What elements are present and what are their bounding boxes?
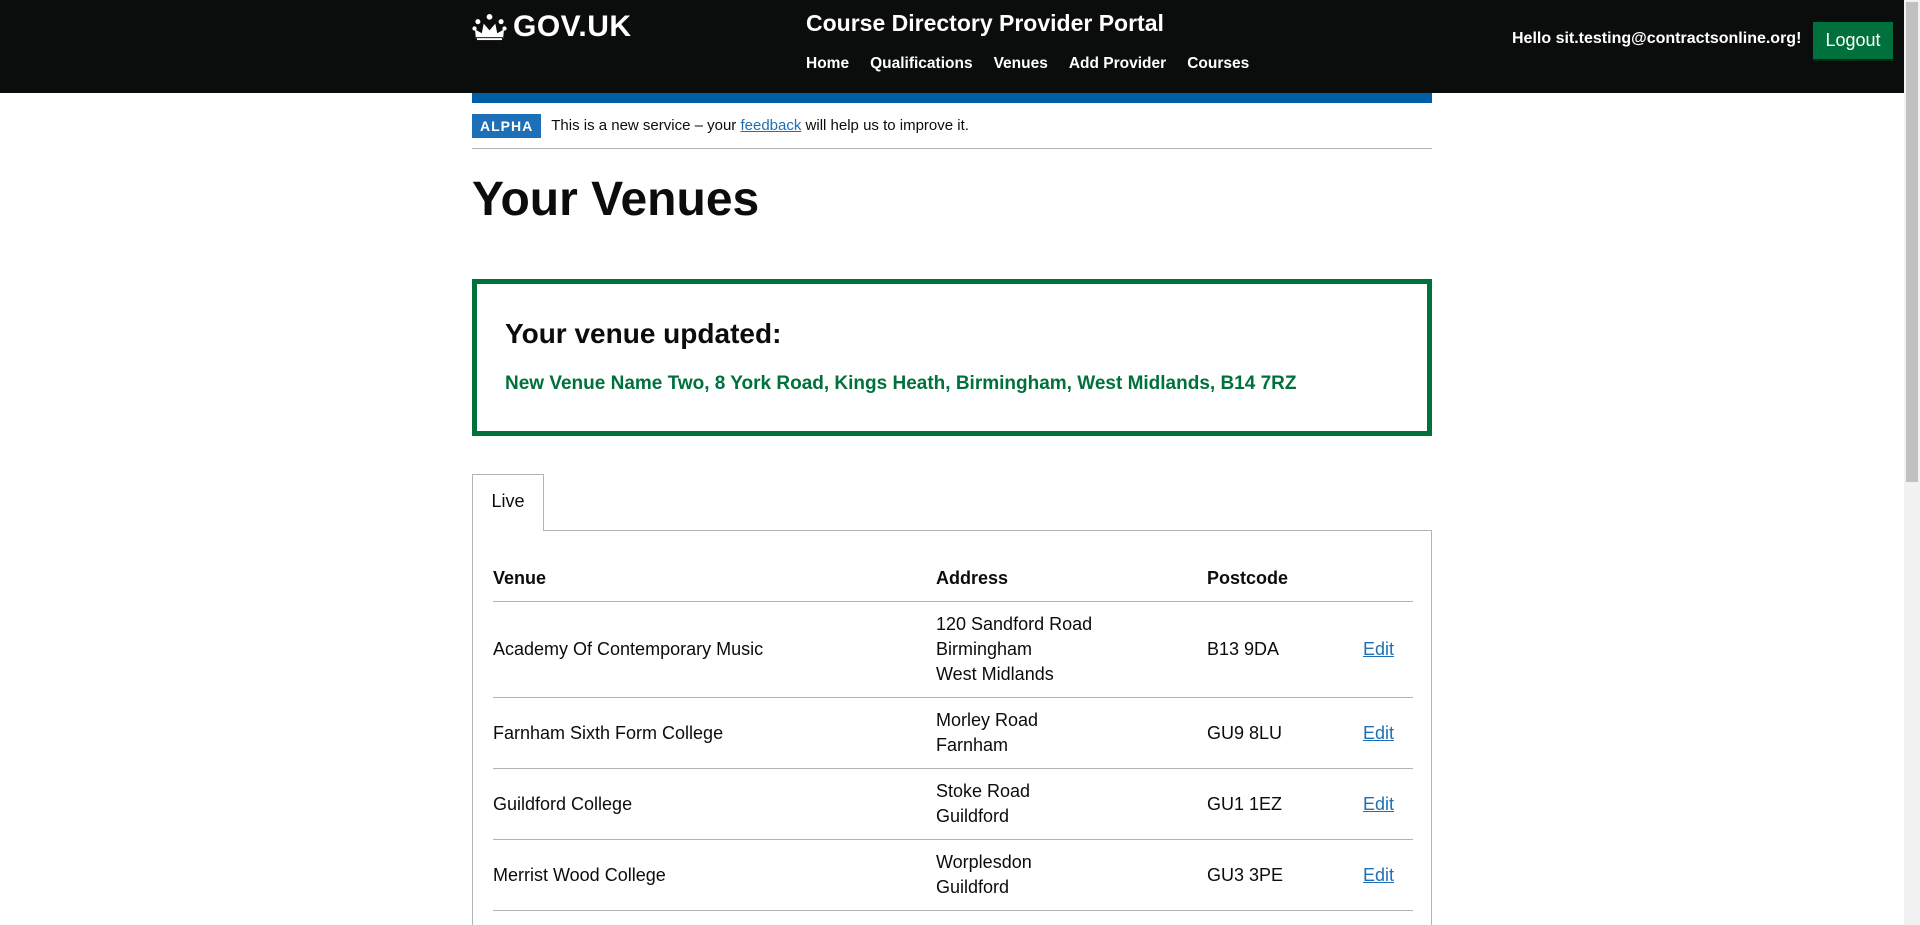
venue-postcode: B13 9DA	[1207, 601, 1363, 698]
success-venue-details: New Venue Name Two, 8 York Road, Kings H…	[505, 373, 1297, 394]
scrollbar-thumb[interactable]	[1906, 2, 1918, 482]
tab-live[interactable]: Live	[472, 474, 544, 531]
action-cell: Edit	[1363, 839, 1413, 911]
edit-venue-link[interactable]: Edit	[1363, 865, 1394, 885]
venue-address: Worplesdon Guildford	[936, 839, 1207, 911]
address-line: Birmingham	[936, 639, 1033, 659]
service-name[interactable]: Course Directory Provider Portal	[806, 10, 1164, 37]
venue-name: Farnham Sixth Form College	[493, 697, 936, 769]
site-header: GOV.UK Course Directory Provider Portal …	[0, 0, 1904, 93]
nav-item-home[interactable]: Home	[806, 55, 849, 73]
edit-venue-link[interactable]: Edit	[1363, 639, 1394, 659]
venue-postcode: GU3 3PE	[1207, 839, 1363, 911]
address-line: Stoke Road	[936, 781, 1031, 801]
address-line: Farnham	[936, 735, 1009, 755]
main-navigation: Home Qualifications Venues Add Provider …	[806, 55, 1249, 73]
venue-address: Morley Road Farnham	[936, 697, 1207, 769]
nav-item-courses[interactable]: Courses	[1187, 55, 1249, 73]
venue-name: Merrist Wood College	[493, 839, 936, 911]
table-row: Guildford College Stoke Road Guildford G…	[493, 768, 1413, 840]
venue-address: 120 Sandford Road Birmingham West Midlan…	[936, 601, 1207, 698]
address-line: West Midlands	[936, 664, 1054, 684]
user-greeting: Hello sit.testing@contractsonline.org!	[1512, 30, 1802, 47]
address-line: Morley Road	[936, 710, 1039, 730]
header-blue-stripe	[472, 93, 1432, 103]
column-header-venue: Venue	[493, 553, 936, 602]
address-line: Guildford	[936, 877, 1010, 897]
column-header-address: Address	[936, 553, 1207, 602]
column-header-postcode: Postcode	[1207, 553, 1363, 602]
logout-button[interactable]: Logout	[1813, 22, 1893, 59]
table-row: Farnham Sixth Form College Morley Road F…	[493, 697, 1413, 769]
nav-item-venues[interactable]: Venues	[994, 55, 1048, 73]
action-cell: Edit	[1363, 697, 1413, 769]
venue-postcode: GU1 1EZ	[1207, 768, 1363, 840]
table-row: Merrist Wood College Worplesdon Guildfor…	[493, 839, 1413, 911]
address-line: 120 Sandford Road	[936, 614, 1093, 634]
edit-venue-link[interactable]: Edit	[1363, 794, 1394, 814]
phase-banner-text: This is a new service – your feedback wi…	[551, 114, 969, 138]
nav-item-qualifications[interactable]: Qualifications	[870, 55, 973, 73]
venue-address: Stoke Road Guildford	[936, 768, 1207, 840]
address-line: Worplesdon	[936, 852, 1032, 872]
feedback-link[interactable]: feedback	[740, 117, 801, 134]
success-panel: Your venue updated: New Venue Name Two, …	[472, 279, 1432, 436]
venue-postcode: GU9 8LU	[1207, 697, 1363, 769]
phase-banner: ALPHA This is a new service – your feedb…	[472, 114, 1432, 149]
tab-panel-live: Venue Address Postcode Academy Of Contem…	[472, 530, 1432, 925]
phase-text-after: will help us to improve it.	[801, 117, 969, 134]
venue-name: Guildford College	[493, 768, 936, 840]
table-row: Academy Of Contemporary Music 120 Sandfo…	[493, 601, 1413, 698]
address-line: Guildford	[936, 806, 1010, 826]
nav-item-add-provider[interactable]: Add Provider	[1069, 55, 1166, 73]
govuk-logo-link[interactable]: GOV.UK	[472, 10, 632, 44]
vertical-scrollbar[interactable]	[1904, 0, 1920, 925]
success-heading: Your venue updated:	[505, 318, 782, 349]
table-header-row: Venue Address Postcode	[493, 553, 1413, 602]
page: GOV.UK Course Directory Provider Portal …	[0, 0, 1920, 925]
page-title: Your Venues	[472, 173, 760, 226]
phase-text-before: This is a new service – your	[551, 117, 741, 134]
crown-icon	[472, 13, 507, 40]
action-cell: Edit	[1363, 768, 1413, 840]
venues-table: Venue Address Postcode Academy Of Contem…	[493, 553, 1413, 911]
edit-venue-link[interactable]: Edit	[1363, 723, 1394, 743]
column-header-action	[1363, 553, 1413, 602]
venue-name: Academy Of Contemporary Music	[493, 601, 936, 698]
action-cell: Edit	[1363, 601, 1413, 698]
logo-text: GOV.UK	[513, 10, 632, 43]
phase-tag: ALPHA	[472, 114, 542, 138]
